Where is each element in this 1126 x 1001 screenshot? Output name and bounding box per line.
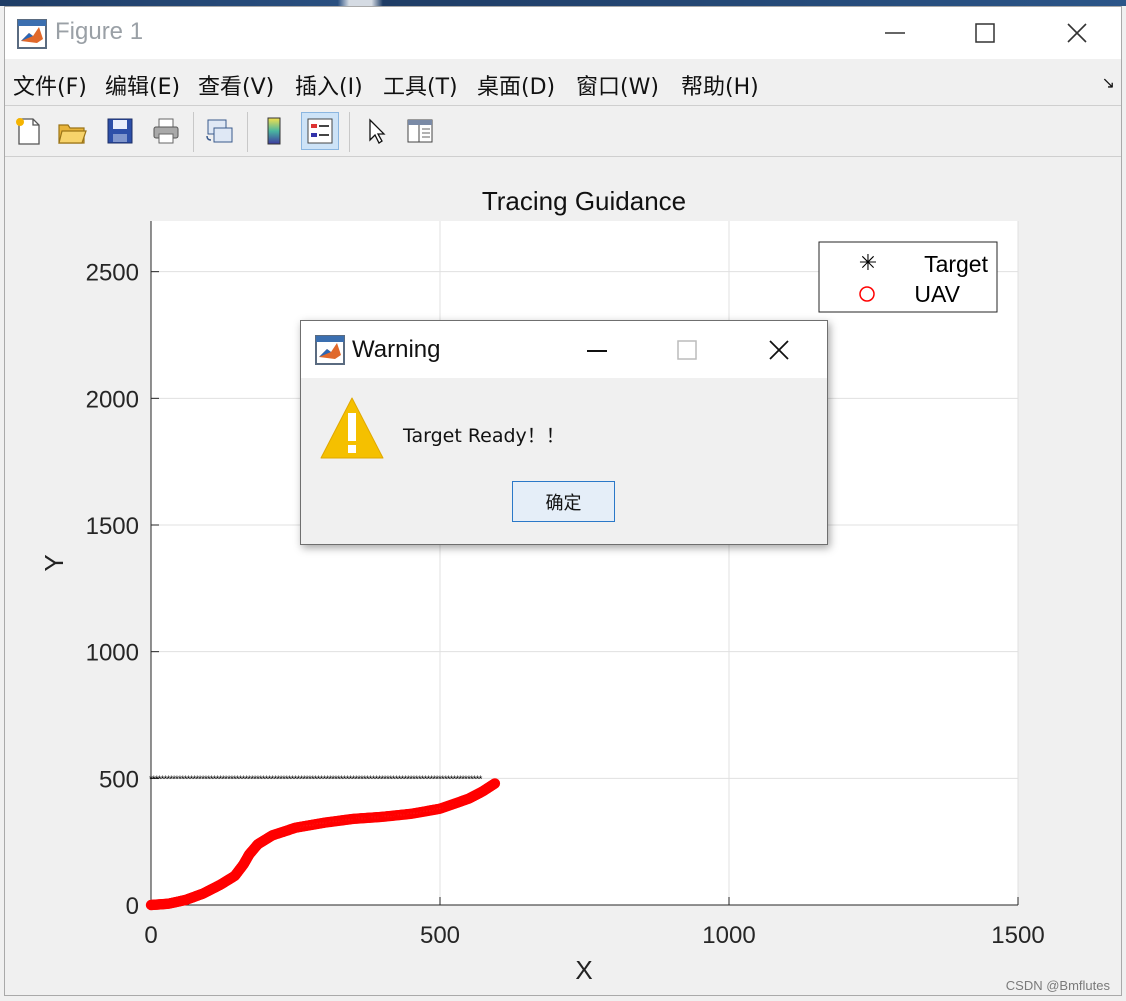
x-tick-label: 1500 — [991, 922, 1044, 949]
minimize-button[interactable] — [849, 7, 941, 59]
warning-icon — [320, 397, 384, 459]
property-editor-button[interactable] — [401, 112, 439, 150]
toolbar-separator — [247, 112, 248, 152]
chart-title: Tracing Guidance — [482, 186, 686, 216]
link-plot-icon — [206, 119, 233, 143]
dock-arrow-icon[interactable]: ↘ — [1102, 73, 1115, 93]
legend-target-marker: ✳ — [859, 250, 877, 275]
toolbar — [5, 105, 1121, 157]
dialog-title-bar: Warning — [301, 321, 827, 378]
x-axis-label: X — [575, 955, 592, 985]
menu-desktop[interactable]: 桌面(D) — [477, 69, 555, 101]
save-icon — [107, 118, 133, 144]
target-point: * — [479, 774, 483, 785]
menu-bar: 文件(F) 编辑(E) 查看(V) 插入(I) 工具(T) 桌面(D) 窗口(W… — [5, 63, 1121, 103]
plot-svg: 0 500 1000 1500 0 500 1000 1500 2000 2500 *******… — [39, 186, 1045, 985]
close-icon — [1067, 23, 1087, 43]
open-file-icon — [58, 124, 87, 144]
legend-uav-label: UAV — [914, 281, 960, 307]
title-bar: Figure 1 — [5, 7, 1121, 59]
matlab-icon — [315, 335, 345, 365]
y-axis-label: Y — [39, 554, 69, 571]
open-file-button[interactable] — [53, 112, 91, 150]
legend[interactable]: ✳ Target UAV — [818, 241, 998, 313]
menu-file[interactable]: 文件(F) — [13, 69, 87, 101]
toolbar-separator — [193, 112, 194, 152]
save-button[interactable] — [101, 112, 139, 150]
watermark: CSDN @Bmflutes — [1005, 978, 1110, 993]
y-tick-label: 1500 — [86, 513, 139, 540]
legend-button[interactable] — [301, 112, 339, 150]
warning-dialog: Warning Target Ready！！ 确定 — [300, 320, 828, 545]
matlab-icon — [17, 19, 47, 49]
link-plot-button[interactable] — [201, 112, 239, 150]
window-title: Figure 1 — [55, 18, 144, 45]
close-button[interactable] — [1031, 7, 1123, 59]
print-button[interactable] — [147, 112, 185, 150]
y-tick-label: 2000 — [86, 386, 139, 413]
dialog-maximize-button[interactable] — [642, 321, 732, 378]
ok-button[interactable]: 确定 — [512, 481, 615, 522]
menu-window[interactable]: 窗口(W) — [576, 69, 659, 101]
maximize-icon — [677, 339, 697, 360]
menu-edit[interactable]: 编辑(E) — [105, 69, 180, 101]
x-tick-label: 500 — [420, 922, 460, 949]
dialog-title: Warning — [352, 336, 441, 363]
menu-view[interactable]: 查看(V) — [198, 69, 274, 101]
close-icon — [769, 339, 789, 360]
y-tick-label: 2500 — [86, 260, 139, 287]
print-icon — [153, 118, 179, 144]
menu-help[interactable]: 帮助(H) — [681, 69, 759, 101]
maximize-button[interactable] — [939, 7, 1031, 59]
menu-insert[interactable]: 插入(I) — [295, 69, 363, 101]
property-editor-icon — [407, 119, 433, 143]
dialog-minimize-button[interactable] — [552, 321, 642, 378]
legend-target-label: Target — [924, 251, 989, 277]
figure-canvas: 0 500 1000 1500 0 500 1000 1500 2000 2500 * * * * * * *… — [5, 157, 1121, 995]
x-tick-label: 1000 — [702, 922, 755, 949]
dialog-message: Target Ready！！ — [403, 425, 565, 447]
colorbar-button[interactable] — [255, 112, 293, 150]
y-tick-label: 500 — [99, 766, 139, 793]
dialog-close-button[interactable] — [734, 321, 824, 378]
pointer-icon — [369, 118, 386, 144]
x-tick-label: 0 — [144, 922, 157, 949]
legend-icon — [307, 118, 333, 144]
minimize-icon — [587, 349, 607, 352]
y-tick-label: 1000 — [86, 640, 139, 667]
target-series: ****************************************… — [149, 774, 482, 785]
new-figure-icon — [16, 118, 40, 145]
colorbar-icon — [267, 117, 281, 145]
y-tick-label: 0 — [126, 893, 139, 920]
toolbar-separator — [349, 112, 350, 152]
menu-tools[interactable]: 工具(T) — [383, 69, 458, 101]
new-figure-button[interactable] — [9, 112, 47, 150]
edit-plot-button[interactable] — [357, 112, 395, 150]
maximize-icon — [975, 23, 995, 43]
minimize-icon — [885, 32, 905, 34]
